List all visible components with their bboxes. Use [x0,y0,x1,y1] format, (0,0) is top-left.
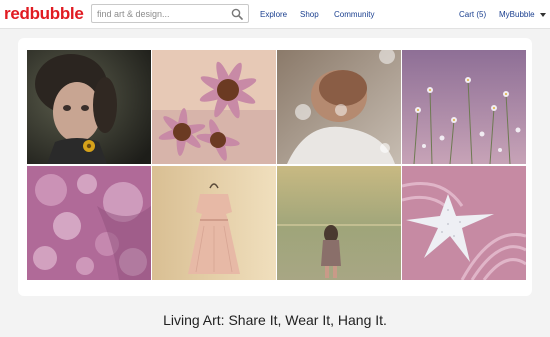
featured-gallery [18,38,532,296]
artwork-beach-child-image [277,166,401,280]
nav-explore-link[interactable]: Explore [260,9,287,20]
artwork-dress-image [152,166,276,280]
mybubble-label: MyBubble [499,10,535,19]
logo-part-2: bubble [29,4,84,23]
chevron-down-icon [539,12,546,17]
artwork-thumbnail[interactable] [27,50,151,164]
artwork-coneflowers-image [152,50,276,164]
search-icon[interactable] [231,8,243,20]
artwork-bubbles-child-image [277,50,401,164]
artwork-thumbnail[interactable] [152,50,276,164]
artwork-thumbnail[interactable] [152,166,276,280]
artwork-thumbnail[interactable] [277,50,401,164]
mybubble-menu[interactable]: MyBubble [499,9,546,20]
nav-community-link[interactable]: Community [334,9,374,20]
redbubble-logo[interactable]: redbubble [4,4,84,24]
artwork-field-flowers-image [402,50,526,164]
artwork-thumbnail[interactable] [402,50,526,164]
top-bar: redbubble Explore Shop Community Cart (5… [0,0,550,29]
search-input[interactable] [92,5,227,22]
tagline-heading: Living Art: Share It, Wear It, Hang It. [163,312,387,328]
artwork-girl-portrait-image [27,50,151,164]
cart-link[interactable]: Cart (5) [459,9,486,20]
nav-shop-link[interactable]: Shop [300,9,319,20]
logo-part-1: red [4,4,30,23]
artwork-thumbnail[interactable] [402,166,526,280]
artwork-bokeh-image [27,166,151,280]
artwork-thumbnail[interactable] [277,166,401,280]
search-box [91,4,249,23]
artwork-starfish-image [402,166,526,280]
artwork-thumbnail[interactable] [27,166,151,280]
